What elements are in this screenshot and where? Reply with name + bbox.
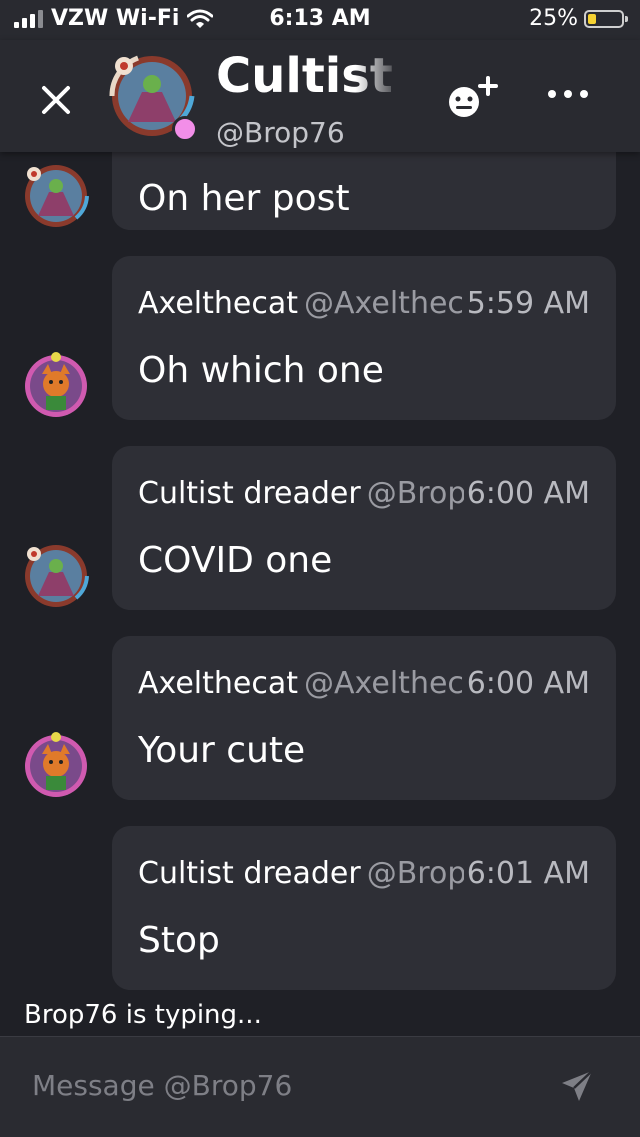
chat-title[interactable]: Cultist dreader (216, 48, 402, 104)
message-list[interactable]: On her post Axelthecat@Axelthecat 5:59 A… (0, 152, 640, 1036)
message-handle: @Brop76 (366, 856, 464, 891)
message-time: 5:59 AM (466, 286, 590, 321)
message-composer (0, 1036, 640, 1137)
message-author[interactable]: Axelthecat (138, 286, 298, 321)
message-text: Stop (138, 920, 220, 961)
message-author[interactable]: Cultist dreader (138, 476, 361, 511)
message-time: 6:01 AM (466, 856, 590, 891)
send-icon[interactable] (558, 1067, 596, 1105)
message-author[interactable]: Cultist dreader (138, 856, 361, 891)
message-time: 6:00 AM (466, 476, 590, 511)
chat-header: Cultist dreader @Brop76 (0, 40, 640, 152)
message-text: COVID one (138, 540, 333, 581)
message-handle: @Axelthecat (304, 666, 464, 701)
more-icon[interactable] (544, 84, 592, 104)
message-bubble[interactable]: On her post (112, 152, 616, 230)
message-time: 6:00 AM (466, 666, 590, 701)
message-handle: @Brop76 (366, 476, 464, 511)
message-bubble[interactable]: Axelthecat@Axelthecat 6:00 AM Your cute (112, 636, 616, 800)
typing-indicator: Brop76 is typing... (0, 996, 640, 1036)
battery-icon (584, 9, 628, 28)
message-handle: @Axelthecat (304, 286, 464, 321)
battery-percent: 25% (529, 6, 578, 31)
message-text: Your cute (138, 730, 306, 771)
avatar[interactable] (22, 542, 90, 610)
battery-group: 25% (529, 6, 628, 31)
message-input[interactable] (20, 1057, 544, 1113)
message-text: On her post (138, 178, 350, 219)
message-text: Oh which one (138, 350, 384, 391)
avatar[interactable] (22, 162, 90, 230)
message-bubble[interactable]: Axelthecat@Axelthecat 5:59 AM Oh which o… (112, 256, 616, 420)
avatar[interactable] (22, 352, 90, 420)
message-author-line: Axelthecat@Axelthecat (138, 286, 464, 321)
avatar[interactable] (22, 732, 90, 800)
message-author[interactable]: Axelthecat (138, 666, 298, 701)
online-status-dot (172, 116, 198, 142)
typing-indicator-text: Brop76 is typing... (24, 1000, 262, 1030)
chat-handle: @Brop76 (216, 116, 345, 149)
message-author-line: Cultist dreader@Brop76 (138, 856, 464, 891)
add-friend-icon[interactable] (444, 74, 500, 122)
message-author-line: Cultist dreader@Brop76 (138, 476, 464, 511)
close-icon[interactable] (34, 78, 78, 122)
message-author-line: Axelthecat@Axelthecat (138, 666, 464, 701)
message-bubble[interactable]: Cultist dreader@Brop76 6:00 AM COVID one (112, 446, 616, 610)
message-bubble[interactable]: Cultist dreader@Brop76 6:01 AM Stop (112, 826, 616, 990)
status-bar: VZW Wi-Fi 6:13 AM 25% (0, 0, 640, 40)
